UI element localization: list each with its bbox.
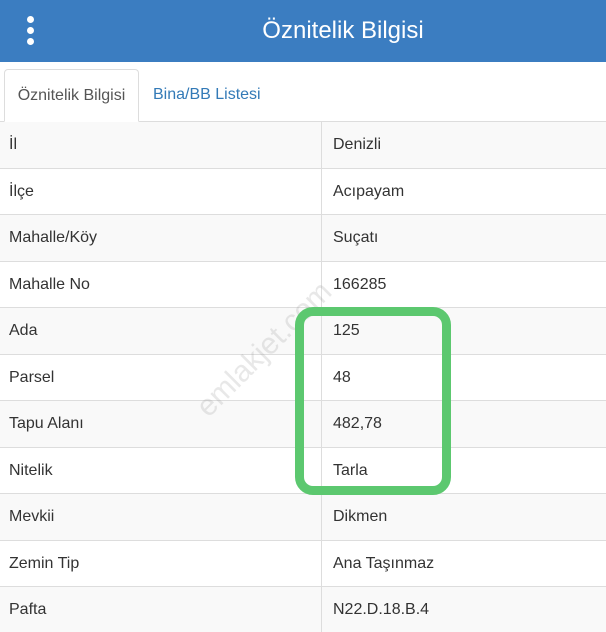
table-row: Mahalle No 166285 bbox=[0, 261, 606, 308]
table-row: Pafta N22.D.18.B.4 bbox=[0, 587, 606, 632]
row-label: Ada bbox=[9, 322, 38, 339]
row-value: Dikmen bbox=[321, 494, 606, 540]
row-value: 48 bbox=[321, 354, 606, 401]
attribute-table: İl Denizli İlçe Acıpayam Mahalle/Köy Suç… bbox=[0, 122, 606, 632]
table-row: Nitelik Tarla bbox=[0, 447, 606, 494]
row-value: Ana Taşınmaz bbox=[321, 540, 606, 587]
row-label: Zemin Tip bbox=[9, 554, 80, 572]
table-row: Mahalle/Köy Suçatı bbox=[0, 215, 606, 262]
table-row: Mevkii Dikmen bbox=[0, 494, 606, 541]
row-value: 125 bbox=[321, 308, 606, 354]
tab-bina-bb-listesi[interactable]: Bina/BB Listesi bbox=[153, 69, 261, 122]
tab-bar: Öznitelik Bilgisi Bina/BB Listesi bbox=[0, 62, 606, 122]
table-row: Ada 125 bbox=[0, 308, 606, 355]
header-bar: Öznitelik Bilgisi bbox=[0, 0, 606, 62]
row-label: Tapu Alanı bbox=[9, 415, 84, 432]
row-label: Mevkii bbox=[9, 508, 55, 525]
row-value: Tarla bbox=[321, 447, 606, 494]
table-row: Parsel 48 bbox=[0, 354, 606, 401]
table-row: İlçe Acıpayam bbox=[0, 168, 606, 215]
row-label: İl bbox=[9, 136, 17, 153]
page-title: Öznitelik Bilgisi bbox=[262, 17, 424, 44]
row-label: Mahalle No bbox=[9, 275, 90, 293]
row-label: Parsel bbox=[9, 368, 55, 386]
row-value: N22.D.18.B.4 bbox=[321, 587, 606, 632]
row-value: Denizli bbox=[321, 122, 606, 168]
app: Öznitelik Bilgisi Öznitelik Bilgisi Bina… bbox=[0, 0, 606, 632]
table-row: Tapu Alanı 482,78 bbox=[0, 401, 606, 448]
row-label: İlçe bbox=[9, 182, 34, 200]
tab-oznitelik-bilgisi[interactable]: Öznitelik Bilgisi bbox=[4, 69, 139, 122]
row-value: Acıpayam bbox=[321, 168, 606, 215]
row-label: Pafta bbox=[9, 601, 47, 618]
row-label: Nitelik bbox=[9, 461, 53, 479]
row-value: 482,78 bbox=[321, 401, 606, 447]
row-value: Suçatı bbox=[321, 215, 606, 261]
row-label: Mahalle/Köy bbox=[9, 229, 98, 246]
table-row: İl Denizli bbox=[0, 122, 606, 169]
table-row: Zemin Tip Ana Taşınmaz bbox=[0, 540, 606, 587]
row-value: 166285 bbox=[321, 261, 606, 308]
